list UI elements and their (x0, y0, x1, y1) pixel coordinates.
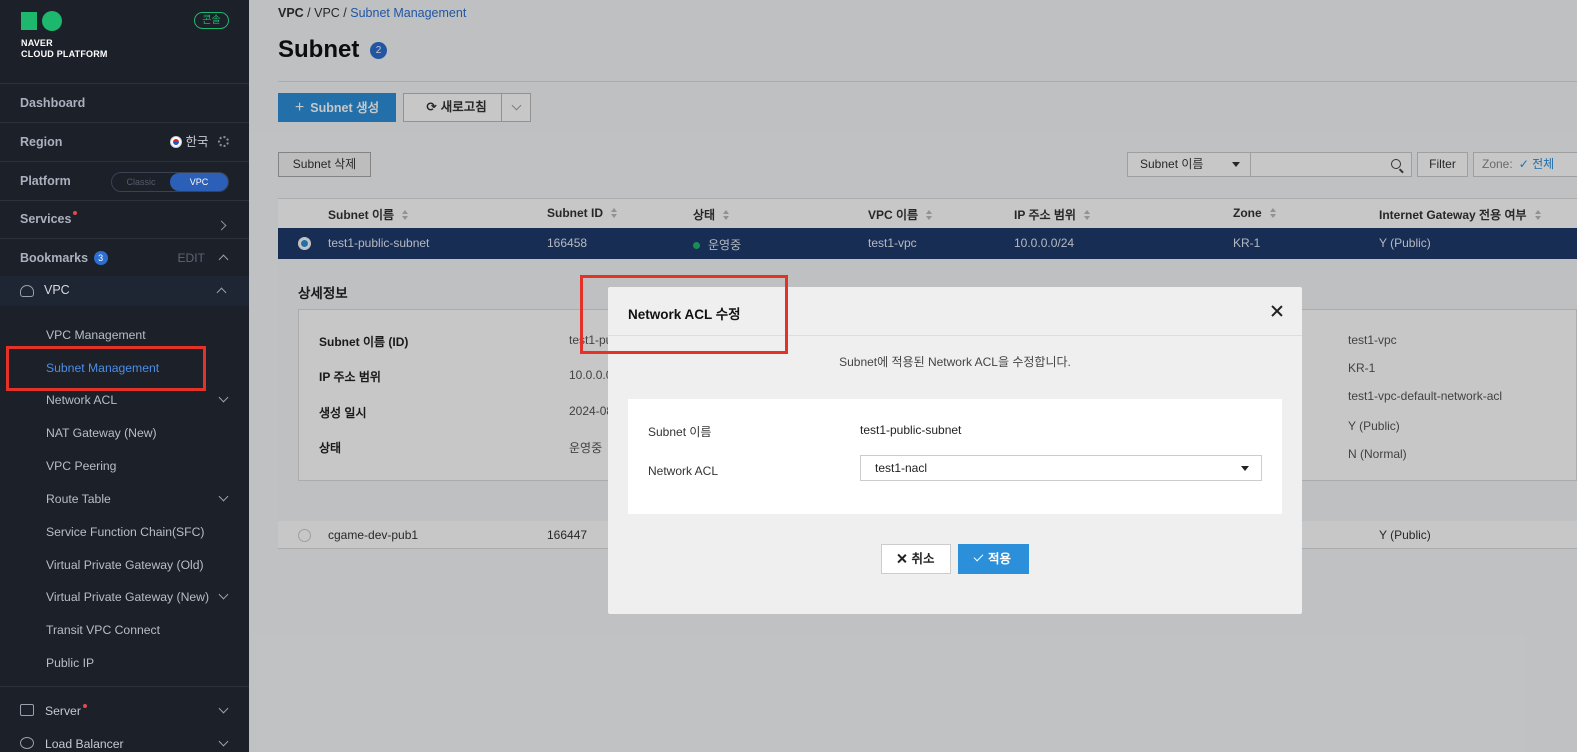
platform-option-vpc[interactable]: VPC (170, 173, 228, 191)
network-acl-select[interactable]: test1-nacl (860, 455, 1262, 481)
region-label: Region (20, 135, 63, 149)
sidebar-item-label: Route Table (46, 492, 111, 506)
sidebar-item-dashboard[interactable]: Dashboard (20, 93, 229, 113)
modal-description: Subnet에 적용된 Network ACL을 수정합니다. (839, 355, 1071, 369)
sidebar-item-bookmarks[interactable]: Bookmarks 3 EDIT (20, 248, 229, 268)
vpc-group-label: VPC (44, 283, 70, 297)
divider (0, 161, 249, 162)
sidebar-item-public-ip[interactable]: Public IP (46, 654, 229, 672)
caret-down-icon (1241, 466, 1249, 471)
sidebar-item-transit-vpc[interactable]: Transit VPC Connect (46, 621, 229, 639)
sidebar-item-services[interactable]: Services (20, 209, 229, 231)
sidebar-item-label: Virtual Private Gateway (New) (46, 590, 210, 604)
chevron-down-icon (218, 392, 229, 403)
sidebar-group-load-balancer[interactable]: Load Balancer (45, 735, 229, 752)
new-dot-icon (82, 704, 87, 708)
sidebar-item-nat-gateway[interactable]: NAT Gateway (New) (46, 424, 229, 442)
subnet-name-value: test1-public-subnet (860, 423, 962, 437)
services-label: Services (20, 212, 72, 226)
naver-cloud-logo-icon[interactable] (21, 11, 62, 31)
select-value: test1-nacl (875, 461, 928, 475)
sidebar-item-label: Server (45, 704, 81, 718)
server-icon (20, 704, 34, 716)
divider (0, 122, 249, 123)
sidebar-item-platform: Platform Classic VPC (20, 171, 229, 192)
sidebar-item-sfc[interactable]: Service Function Chain(SFC) (46, 523, 229, 541)
chevron-right-icon (216, 220, 227, 231)
platform-option-classic[interactable]: Classic (112, 173, 170, 191)
highlight-box-modal-title (580, 275, 788, 354)
chevron-down-icon (218, 736, 229, 747)
highlight-box-subnet-management (6, 346, 206, 391)
brand-name: NAVER CLOUD PLATFORM (21, 38, 108, 59)
chevron-down-icon (218, 589, 229, 600)
divider (0, 686, 249, 687)
bookmarks-edit-button[interactable]: EDIT (178, 251, 205, 265)
region-value: 한국 (185, 135, 209, 149)
vpc-cloud-icon (20, 285, 34, 297)
chevron-up-icon[interactable] (218, 254, 229, 265)
apply-button[interactable]: 적용 (958, 544, 1029, 574)
button-label: 적용 (987, 552, 1011, 566)
sidebar-item-region[interactable]: Region 한국 (20, 132, 229, 152)
sidebar-item-vpc-peering[interactable]: VPC Peering (46, 457, 229, 475)
sidebar-item-vpg-new[interactable]: Virtual Private Gateway (New) (46, 588, 229, 606)
sidebar-group-vpc[interactable]: VPC (0, 276, 249, 306)
gear-icon[interactable] (218, 136, 229, 147)
load-balancer-icon (20, 737, 34, 749)
korea-flag-icon (170, 136, 183, 148)
sidebar-item-route-table[interactable]: Route Table (46, 490, 229, 508)
close-icon (897, 554, 906, 563)
divider (0, 83, 249, 84)
sidebar-item-vpc-management[interactable]: VPC Management (46, 326, 229, 344)
chevron-up-icon (216, 287, 227, 298)
new-dot-icon (73, 211, 78, 215)
check-icon (973, 551, 984, 562)
chevron-down-icon (218, 491, 229, 502)
platform-label: Platform (20, 174, 71, 188)
modal-form: Subnet 이름 test1-public-subnet Network AC… (628, 399, 1282, 514)
cancel-button[interactable]: 취소 (881, 544, 951, 574)
bookmarks-count-badge: 3 (93, 251, 108, 265)
bookmarks-label: Bookmarks (20, 251, 89, 265)
divider (0, 238, 249, 239)
close-icon[interactable] (1270, 304, 1284, 318)
chevron-down-icon (218, 703, 229, 714)
sidebar-group-server[interactable]: Server (45, 702, 229, 720)
network-acl-label: Network ACL (648, 464, 719, 478)
sidebar-item-network-acl[interactable]: Network ACL (46, 391, 229, 409)
sidebar-item-vpg-old[interactable]: Virtual Private Gateway (Old) (46, 556, 229, 574)
console-badge[interactable]: 콘솔 (194, 12, 229, 29)
platform-toggle[interactable]: Classic VPC (111, 172, 229, 192)
button-label: 취소 (911, 552, 935, 566)
sidebar-item-label: Load Balancer (45, 737, 124, 751)
subnet-name-label: Subnet 이름 (648, 425, 712, 439)
sidebar-item-label: Network ACL (46, 393, 118, 407)
divider (0, 200, 249, 201)
